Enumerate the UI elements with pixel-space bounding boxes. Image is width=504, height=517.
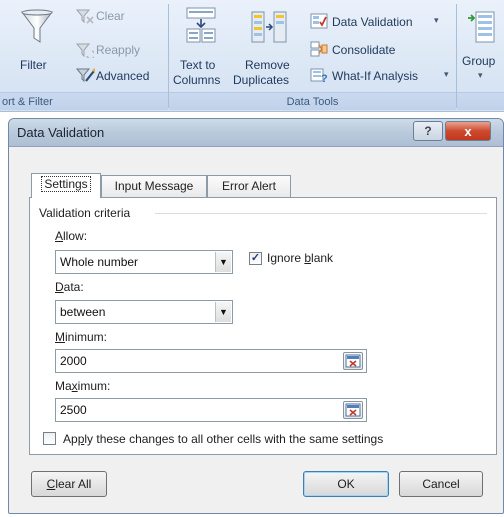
reapply-label: Reapply [96,43,141,57]
close-icon: x [464,123,472,139]
maximum-value: 2500 [60,403,87,417]
validation-criteria-heading: Validation criteria [39,206,131,220]
clear-filter-label: Clear [96,9,125,23]
remove-duplicates-label-2: Duplicates [233,73,290,87]
tab-error-alert-label: Error Alert [221,179,276,193]
filter-funnel-icon [21,9,53,43]
data-select-value: between [60,305,106,319]
reapply-button[interactable]: Reapply [70,40,150,60]
group-button[interactable]: Group ▾ [462,4,504,90]
group-divider [155,213,487,214]
help-button[interactable]: ? [413,121,443,141]
remove-duplicates-button[interactable]: Remove Duplicates [233,4,306,90]
chevron-down-icon: ▾ [434,15,439,25]
minimum-value: 2000 [60,354,87,368]
ignore-blank-label[interactable]: Ignore blank [267,251,333,265]
maximum-input[interactable]: 2500 [55,398,367,422]
data-select[interactable]: between ▼ [55,300,233,324]
allow-select[interactable]: Whole number ▼ [55,250,233,274]
chevron-down-icon[interactable]: ▼ [215,302,231,322]
apply-all-label[interactable]: Apply these changes to all other cells w… [63,432,383,446]
what-if-analysis-label: What-If Analysis [332,69,419,83]
help-icon: ? [424,124,432,138]
tab-input-message-label: Input Message [114,179,194,193]
group-label: Group [462,54,496,68]
dialog-title: Data Validation [17,125,105,140]
sort-filter-group-label: ort & Filter [0,92,168,110]
ribbon: Filter Clear Reapply Advanced Text to Co… [0,0,504,112]
group-icon [468,11,495,43]
remove-duplicates-label-1: Remove [245,58,290,72]
dialog-titlebar[interactable]: Data Validation ? x [9,119,503,147]
filter-button[interactable]: Filter [14,6,58,86]
data-validation-dialog: Data Validation ? x Settings Input Messa… [8,118,504,514]
text-to-columns-label-1: Text to [180,58,216,72]
text-to-columns-label-2: Columns [173,73,221,87]
data-validation-label: Data Validation [332,15,413,29]
maximum-label: Maximum: [55,379,111,393]
outline-group-label [457,92,504,110]
data-validation-icon [310,13,328,29]
tab-input-message[interactable]: Input Message [101,175,207,197]
consolidate-button[interactable]: Consolidate [310,40,420,60]
close-button[interactable]: x [445,121,491,141]
tab-settings-label: Settings [41,176,91,192]
clear-filter-icon [76,9,94,24]
tab-error-alert[interactable]: Error Alert [207,175,291,197]
what-if-analysis-icon: ? [310,68,328,84]
advanced-filter-label: Advanced [96,69,150,83]
data-label: Data: [55,280,84,294]
remove-duplicates-icon [251,11,287,43]
apply-all-checkbox[interactable] [43,432,56,445]
data-tools-group-label: Data Tools [169,92,456,110]
tab-settings[interactable]: Settings [31,173,101,198]
ignore-blank-checkbox[interactable]: ✓ [249,252,262,265]
what-if-analysis-button[interactable]: ? What-If Analysis ▾ [310,66,460,86]
clear-filter-button[interactable]: Clear [70,6,150,26]
svg-text:?: ? [321,73,328,84]
clear-all-button[interactable]: Clear All [31,471,107,497]
ok-button[interactable]: OK [303,471,389,497]
advanced-filter-button[interactable]: Advanced [70,66,160,86]
range-picker-icon [345,403,361,417]
cancel-button[interactable]: Cancel [399,471,483,497]
filter-label: Filter [20,58,47,72]
consolidate-icon [310,41,328,57]
minimum-label: Minimum: [55,330,108,344]
range-picker-icon [345,354,361,368]
consolidate-label: Consolidate [332,43,396,57]
chevron-down-icon: ▾ [478,70,483,80]
allow-select-value: Whole number [60,255,139,269]
text-to-columns-icon [186,7,216,43]
data-validation-button[interactable]: Data Validation ▾ [310,12,450,32]
chevron-down-icon[interactable]: ▼ [215,252,231,272]
reapply-icon [76,43,94,58]
minimum-input[interactable]: 2000 [55,349,367,373]
text-to-columns-button[interactable]: Text to Columns [173,4,228,90]
minimum-range-picker-button[interactable] [343,352,363,370]
maximum-range-picker-button[interactable] [343,401,363,419]
chevron-down-icon: ▾ [444,69,449,79]
advanced-filter-icon [76,68,95,83]
allow-label: Allow: [55,229,88,243]
checkmark-icon: ✓ [250,252,261,264]
